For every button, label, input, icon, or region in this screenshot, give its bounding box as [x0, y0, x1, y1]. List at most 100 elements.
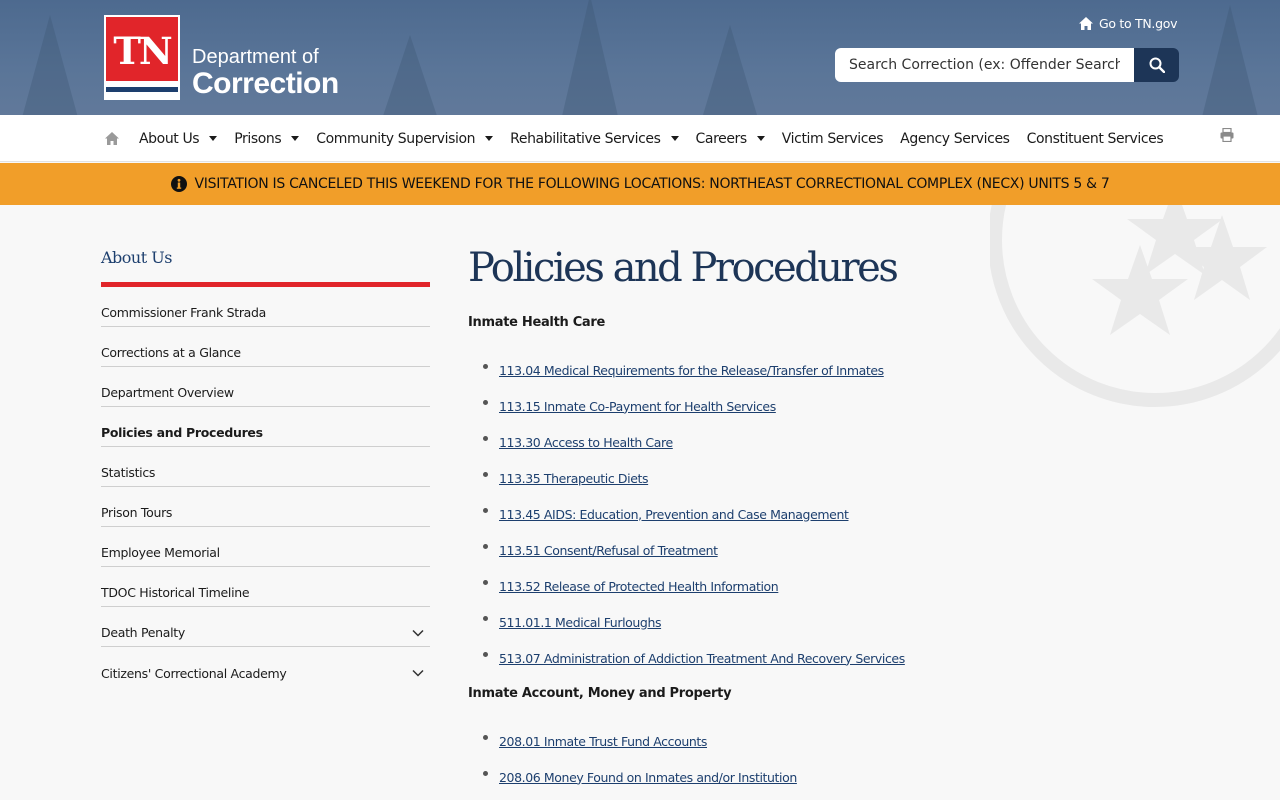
policy-list: 113.04 Medical Requirements for the Rele…	[483, 352, 988, 676]
policy-link[interactable]: 113.51 Consent/Refusal of Treatment	[499, 543, 718, 558]
policy-link[interactable]: 113.45 AIDS: Education, Prevention and C…	[499, 507, 849, 522]
sidebar-item-policies-and-procedures[interactable]: Policies and Procedures	[101, 407, 430, 447]
search-form	[835, 48, 1179, 82]
sidebar-item-commissioner-frank-strada[interactable]: Commissioner Frank Strada	[101, 287, 430, 327]
sidebar-item-tdoc-historical-timeline[interactable]: TDOC Historical Timeline	[101, 567, 430, 607]
alert-banner: VISITATION IS CANCELED THIS WEEKEND FOR …	[0, 163, 1280, 205]
print-icon[interactable]	[1220, 128, 1234, 142]
bullet-icon	[483, 399, 488, 405]
bullet-icon	[483, 471, 488, 477]
tn-logo-letters: TN	[113, 29, 172, 73]
list-item: 513.07 Administration of Addiction Treat…	[483, 640, 988, 676]
nav-item-label: Prisons	[234, 130, 282, 147]
chevron-down-icon[interactable]	[412, 669, 424, 677]
list-item: 208.06 Money Found on Inmates and/or Ins…	[483, 759, 988, 795]
policy-link[interactable]: 113.52 Release of Protected Health Infor…	[499, 579, 779, 594]
sidebar-list: Commissioner Frank Strada Corrections at …	[101, 287, 430, 687]
nav-item-community-supervision[interactable]: Community Supervision	[316, 131, 494, 147]
nav-item-label: About Us	[139, 130, 200, 147]
bullet-icon	[483, 734, 488, 740]
info-icon	[170, 176, 187, 192]
list-item: 113.30 Access to Health Care	[483, 424, 988, 460]
list-item: 113.15 Inmate Co-Payment for Health Serv…	[483, 388, 988, 424]
sidebar-item-department-overview[interactable]: Department Overview	[101, 367, 430, 407]
sidebar-item-label: Employee Memorial	[101, 545, 220, 560]
nav-items: About Us Prisons Community Supervision Reha…	[139, 115, 1180, 162]
tristar-watermark	[990, 205, 1280, 407]
search-icon	[1149, 57, 1165, 73]
policy-link[interactable]: 113.35 Therapeutic Diets	[499, 471, 649, 486]
policy-link[interactable]: 208.01 Inmate Trust Fund Accounts	[499, 734, 707, 749]
sidebar-item-death-penalty[interactable]: Death Penalty	[101, 607, 430, 647]
logo-correction: Correction	[192, 67, 339, 100]
section-heading: Inmate Account, Money and Property	[468, 686, 732, 701]
bullet-icon	[483, 507, 488, 513]
bullet-icon	[483, 651, 488, 657]
sidebar-item-statistics[interactable]: Statistics	[101, 447, 430, 487]
sidebar-item-label: Department Overview	[101, 385, 234, 400]
section-heading: Inmate Health Care	[468, 315, 606, 330]
caret-down-icon	[485, 136, 494, 141]
site-logo[interactable]: TN Department of Correction	[104, 15, 339, 100]
sidebar-item-label: Death Penalty	[101, 625, 186, 640]
tree-silhouette	[560, 0, 620, 115]
bullet-icon	[483, 579, 488, 585]
sidebar-item-label: Corrections at a Glance	[101, 345, 241, 360]
logo-department: Department of	[192, 46, 319, 68]
search-button[interactable]	[1134, 48, 1179, 82]
policy-link[interactable]: 513.07 Administration of Addiction Treat…	[499, 651, 905, 666]
sidebar-item-corrections-at-a-glance[interactable]: Corrections at a Glance	[101, 327, 430, 367]
sidebar-item-label: Policies and Procedures	[101, 425, 263, 440]
tree-silhouette	[700, 25, 760, 115]
sidebar-item-citizens-correctional-academy[interactable]: Citizens' Correctional Academy	[101, 647, 430, 687]
nav-item-rehabilitative-services[interactable]: Rehabilitative Services	[510, 131, 679, 147]
sidebar-title[interactable]: About Us	[101, 248, 430, 287]
sidebar: About Us Commissioner Frank Strada Correc…	[101, 248, 430, 687]
policy-link[interactable]: 113.30 Access to Health Care	[499, 435, 673, 450]
nav-item-prisons[interactable]: Prisons	[234, 130, 300, 147]
bullet-icon	[483, 435, 488, 441]
main-nav: About Us Prisons Community Supervision Reha…	[0, 115, 1280, 162]
bullet-icon	[483, 770, 488, 776]
sidebar-item-prison-tours[interactable]: Prison Tours	[101, 487, 430, 527]
bullet-icon	[483, 363, 488, 369]
nav-item-label: Constituent Services	[1026, 130, 1164, 147]
tree-silhouette	[1200, 5, 1260, 115]
sidebar-item-employee-memorial[interactable]: Employee Memorial	[101, 527, 430, 567]
bullet-icon	[483, 543, 488, 549]
page-title: Policies and Procedures	[468, 245, 899, 291]
policy-link[interactable]: 113.15 Inmate Co-Payment for Health Serv…	[499, 399, 776, 414]
nav-item-constituent-services[interactable]: Constituent Services	[1027, 131, 1164, 147]
list-item: 511.01.1 Medical Furloughs	[483, 604, 988, 640]
caret-down-icon	[670, 136, 679, 141]
site-header: TN Department of Correction Go to TN.gov	[0, 0, 1280, 115]
chevron-down-icon[interactable]	[412, 629, 424, 637]
nav-item-about-us[interactable]: About Us	[139, 130, 218, 147]
bullet-icon	[483, 615, 488, 621]
nav-item-victim-services[interactable]: Victim Services	[781, 130, 884, 147]
policy-link[interactable]: 511.01.1 Medical Furloughs	[499, 615, 661, 630]
search-input[interactable]	[835, 48, 1134, 82]
sidebar-item-label: TDOC Historical Timeline	[101, 585, 250, 600]
list-item: 208.01 Inmate Trust Fund Accounts	[483, 723, 988, 759]
list-item: 113.51 Consent/Refusal of Treatment	[483, 532, 988, 568]
nav-item-careers[interactable]: Careers	[696, 131, 765, 147]
logo-stripe	[106, 81, 178, 98]
sidebar-item-label: Prison Tours	[101, 505, 173, 520]
nav-item-label: Victim Services	[781, 130, 884, 147]
policy-sections: Inmate Health Care 113.04 Medical Require…	[468, 315, 988, 795]
caret-down-icon	[756, 136, 765, 141]
tree-silhouette	[20, 15, 80, 115]
sidebar-item-label: Statistics	[101, 465, 156, 480]
policy-link[interactable]: 113.04 Medical Requirements for the Rele…	[499, 363, 884, 378]
tn-logo-mark: TN	[104, 15, 180, 100]
sidebar-item-label: Commissioner Frank Strada	[101, 305, 267, 320]
caret-down-icon	[291, 136, 300, 141]
goto-tngov-link[interactable]: Go to TN.gov	[1079, 16, 1177, 31]
nav-item-agency-services[interactable]: Agency Services	[900, 131, 1010, 147]
sidebar-item-label: Citizens' Correctional Academy	[101, 665, 287, 681]
home-nav-icon[interactable]	[105, 132, 119, 145]
goto-tngov-label: Go to TN.gov	[1099, 16, 1178, 31]
caret-down-icon	[209, 136, 218, 141]
policy-link[interactable]: 208.06 Money Found on Inmates and/or Ins…	[499, 770, 797, 785]
